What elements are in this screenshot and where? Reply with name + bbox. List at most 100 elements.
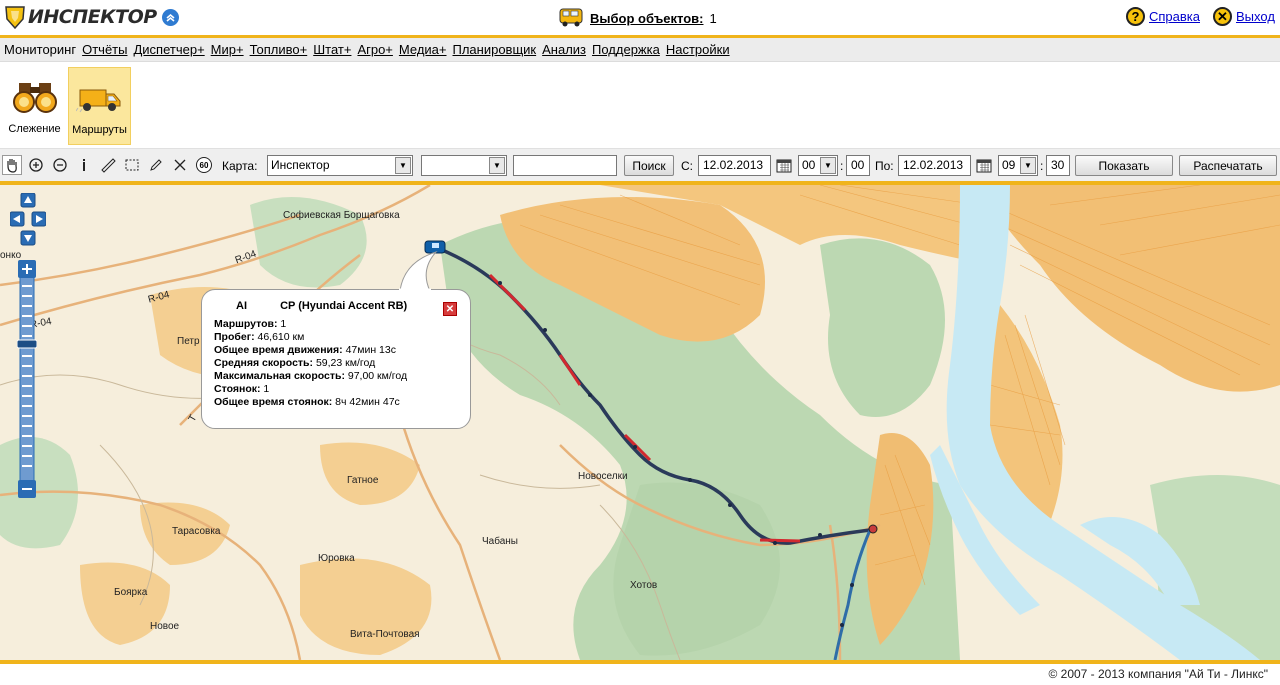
objects-count: 1 bbox=[709, 11, 717, 26]
place-label: Вита-Почтовая bbox=[350, 629, 420, 640]
secondary-select[interactable]: ▼ bbox=[421, 155, 507, 176]
ruler-icon[interactable] bbox=[98, 155, 118, 175]
menu-item-analysis[interactable]: Анализ bbox=[542, 42, 586, 57]
chevron-down-icon: ▼ bbox=[489, 157, 505, 174]
bus-icon bbox=[558, 6, 584, 31]
tracking-label: Слежение bbox=[8, 123, 61, 135]
popup-row: Общее время движения: 47мин 13с bbox=[214, 344, 396, 356]
popup-row: Пробег: 46,610 км bbox=[214, 331, 305, 343]
routes-label: Маршруты bbox=[72, 124, 127, 136]
menu-item-dispatcher[interactable]: Диспетчер+ bbox=[133, 42, 204, 57]
help-link[interactable]: ? Справка bbox=[1126, 7, 1200, 26]
help-label[interactable]: Справка bbox=[1149, 9, 1200, 24]
calendar-icon[interactable] bbox=[974, 155, 994, 175]
collapse-up-icon[interactable] bbox=[161, 8, 179, 26]
accent-divider bbox=[0, 660, 1280, 664]
popup-row: Общее время стоянок: 8ч 42мин 47с bbox=[214, 396, 400, 408]
chevron-down-icon: ▼ bbox=[1020, 157, 1036, 174]
from-label: С: bbox=[681, 159, 693, 173]
copyright: © 2007 - 2013 компания "Ай Ти - Линкс" bbox=[1048, 667, 1268, 681]
top-bar: ИНСПЕКТОР Выбор объектов: 1 ? Справка ✕ … bbox=[0, 0, 1280, 35]
tracking-button[interactable]: Слежение bbox=[3, 67, 66, 145]
main-menu: Мониторинг Отчёты Диспетчер+ Мир+ Топлив… bbox=[0, 38, 1280, 62]
from-date-input[interactable]: 12.02.2013 bbox=[698, 155, 771, 176]
to-hour-value: 09 bbox=[1002, 158, 1016, 172]
logout-label[interactable]: Выход bbox=[1236, 9, 1275, 24]
pan-hand-icon[interactable] bbox=[2, 155, 22, 175]
binoculars-icon bbox=[11, 75, 59, 115]
to-date-input[interactable]: 12.02.2013 bbox=[898, 155, 971, 176]
menu-item-planner[interactable]: Планировщик bbox=[453, 42, 537, 57]
to-label: По: bbox=[875, 159, 894, 173]
place-label: Чабаны bbox=[482, 536, 518, 547]
place-label: Хотов bbox=[630, 580, 658, 591]
search-button[interactable]: Поиск bbox=[624, 155, 674, 176]
menu-item-world[interactable]: Мир+ bbox=[211, 42, 244, 57]
place-label: Петр bbox=[177, 336, 200, 347]
show-button[interactable]: Показать bbox=[1075, 155, 1173, 176]
map-select[interactable]: Инспектор ▼ bbox=[267, 155, 413, 176]
print-button[interactable]: Распечатать bbox=[1179, 155, 1277, 176]
van-icon bbox=[75, 76, 124, 116]
object-selector[interactable]: Выбор объектов: 1 bbox=[558, 6, 717, 31]
pan-control[interactable] bbox=[10, 193, 46, 247]
popup-title-vehicle: CP (Hyundai Accent RB) bbox=[280, 300, 408, 312]
popup-row: Максимальная скорость: 97,00 км/год bbox=[214, 370, 408, 382]
to-hour-select[interactable]: 09 ▼ bbox=[998, 155, 1038, 176]
shield-logo-icon bbox=[5, 5, 25, 30]
search-input[interactable] bbox=[513, 155, 617, 176]
logo[interactable]: ИНСПЕКТОР bbox=[5, 5, 179, 30]
routes-button[interactable]: Маршруты bbox=[68, 67, 131, 145]
popup-close-icon[interactable]: ✕ bbox=[443, 302, 457, 316]
brand-name: ИНСПЕКТОР bbox=[28, 6, 157, 28]
place-label: Новоселки bbox=[578, 471, 628, 482]
time-separator: : bbox=[840, 159, 844, 173]
menu-item-staff[interactable]: Штат+ bbox=[313, 42, 351, 57]
map-canvas[interactable]: Софиевская Борщаговка Петр Гатное Тарасо… bbox=[0, 185, 1280, 660]
map-toolbar: 60 Карта: Инспектор ▼ ▼ Поиск С: 12.02.2… bbox=[0, 148, 1280, 181]
chevron-down-icon: ▼ bbox=[820, 157, 836, 174]
map-select-value: Инспектор bbox=[271, 158, 330, 172]
menu-item-reports[interactable]: Отчёты bbox=[82, 42, 127, 57]
menu-item-monitoring[interactable]: Мониторинг bbox=[4, 42, 76, 57]
popup-row: Стоянок: 1 bbox=[214, 383, 270, 395]
speed-60-icon[interactable]: 60 bbox=[194, 155, 214, 175]
chevron-down-icon: ▼ bbox=[395, 157, 411, 174]
menu-item-fuel[interactable]: Топливо+ bbox=[250, 42, 308, 57]
time-separator: : bbox=[1040, 159, 1044, 173]
zoom-slider[interactable] bbox=[17, 260, 37, 498]
to-minute-input[interactable]: 30 bbox=[1046, 155, 1070, 176]
pencil-icon[interactable] bbox=[146, 155, 166, 175]
place-label: Софиевская Борщаговка bbox=[283, 210, 400, 221]
map-label: Карта: bbox=[222, 159, 258, 173]
close-icon: ✕ bbox=[1213, 7, 1232, 26]
menu-item-support[interactable]: Поддержка bbox=[592, 42, 660, 57]
select-rectangle-icon[interactable] bbox=[122, 155, 142, 175]
place-label: Новое bbox=[150, 621, 180, 632]
from-hour-select[interactable]: 00 ▼ bbox=[798, 155, 838, 176]
popup-pointer bbox=[399, 250, 438, 292]
menu-item-media[interactable]: Медиа+ bbox=[399, 42, 447, 57]
place-label: Тарасовка bbox=[172, 526, 221, 537]
place-label: Юровка bbox=[318, 553, 355, 564]
popup-row: Средняя скорость: 59,23 км/год bbox=[214, 357, 376, 369]
menu-item-agro[interactable]: Агро+ bbox=[357, 42, 392, 57]
help-icon: ? bbox=[1126, 7, 1145, 26]
ribbon: Слежение Маршруты bbox=[0, 62, 1280, 148]
from-minute-input[interactable]: 00 bbox=[846, 155, 870, 176]
place-label: Гатное bbox=[347, 475, 379, 486]
place-label: Боярка bbox=[114, 587, 148, 598]
zoom-in-icon[interactable] bbox=[26, 155, 46, 175]
menu-item-settings[interactable]: Настройки bbox=[666, 42, 730, 57]
route-info-popup: AI CP (Hyundai Accent RB) ✕ Маршрутов: 1… bbox=[201, 250, 471, 429]
logout-link[interactable]: ✕ Выход bbox=[1213, 7, 1275, 26]
zoom-out-icon[interactable] bbox=[50, 155, 70, 175]
svg-text:60: 60 bbox=[200, 161, 209, 170]
popup-title-code: AI bbox=[236, 300, 247, 312]
objects-selector-link[interactable]: Выбор объектов: bbox=[590, 11, 703, 26]
popup-row: Маршрутов: 1 bbox=[214, 318, 287, 330]
calendar-icon[interactable] bbox=[774, 155, 794, 175]
from-hour-value: 00 bbox=[802, 158, 816, 172]
info-icon[interactable] bbox=[74, 155, 94, 175]
clear-x-icon[interactable] bbox=[170, 155, 190, 175]
